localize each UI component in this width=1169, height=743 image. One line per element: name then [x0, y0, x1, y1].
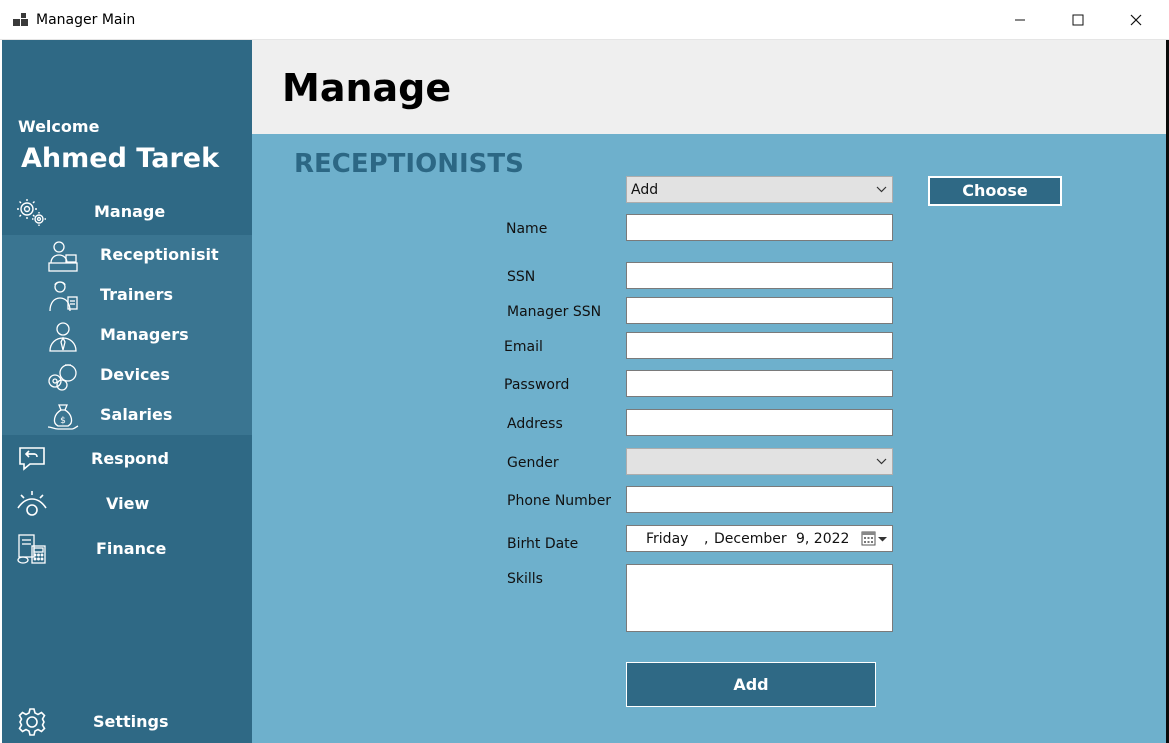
nav-finance[interactable]: Finance [2, 527, 252, 571]
nav-respond-label: Respond [91, 449, 169, 468]
minimize-button[interactable] [991, 0, 1049, 40]
sidebar-item-label: Devices [100, 365, 170, 384]
ssn-field[interactable] [626, 262, 893, 289]
gear-icon [18, 708, 46, 736]
email-field[interactable] [626, 332, 893, 359]
page-title: Manage [282, 66, 452, 110]
minimize-icon [1015, 19, 1025, 21]
welcome-label: Welcome [18, 117, 100, 136]
nav-view[interactable]: View [2, 482, 252, 526]
sidebar-item-devices[interactable]: Devices [2, 355, 252, 395]
ssn-label: SSN [507, 269, 536, 285]
birth-date-label: Birht Date [507, 536, 579, 552]
choose-button[interactable]: Choose [928, 176, 1062, 206]
mode-select-value: Add [631, 182, 659, 198]
chat-reply-icon [19, 447, 45, 471]
svg-text:$: $ [60, 416, 66, 426]
close-icon [1130, 14, 1142, 26]
money-bag-icon: $ [47, 404, 79, 430]
address-field[interactable] [626, 409, 893, 436]
phone-label: Phone Number [507, 493, 612, 509]
nav-manage[interactable]: Manage [2, 190, 252, 234]
window-title: Manager Main [36, 12, 136, 28]
gender-select[interactable] [626, 448, 893, 475]
manage-submenu: Receptionisit Trainers Managers Devices … [2, 235, 252, 435]
nav-finance-label: Finance [96, 539, 167, 558]
birth-date-picker[interactable]: Friday , December 9, 2022 [626, 525, 893, 552]
name-label: Name [506, 221, 548, 237]
nav-settings[interactable]: Settings [2, 700, 252, 743]
add-button[interactable]: Add [626, 662, 876, 707]
date-month: December [714, 531, 787, 547]
skills-label: Skills [507, 571, 543, 587]
maximize-button[interactable] [1049, 0, 1107, 40]
manager-ssn-label: Manager SSN [507, 304, 602, 320]
skills-textarea[interactable] [626, 564, 893, 632]
title-bar: Manager Main [0, 0, 1169, 40]
date-comma: , [704, 531, 709, 547]
manager-ssn-field[interactable] [626, 297, 893, 324]
app-icon [13, 13, 28, 26]
nav-respond[interactable]: Respond [2, 437, 252, 481]
sidebar-item-receptionist[interactable]: Receptionisit [2, 235, 252, 275]
sidebar-item-trainers[interactable]: Trainers [2, 275, 252, 315]
eye-icon [17, 491, 47, 516]
manager-icon [49, 322, 77, 352]
nav-view-label: View [106, 494, 150, 513]
sidebar-item-label: Salaries [100, 405, 173, 424]
receptionist-icon [48, 241, 78, 272]
chevron-down-icon [876, 186, 887, 193]
sidebar-item-label: Trainers [100, 285, 173, 304]
finance-calculator-icon [17, 534, 46, 564]
phone-field[interactable] [626, 486, 893, 513]
sidebar-item-managers[interactable]: Managers [2, 315, 252, 355]
password-label: Password [504, 377, 570, 393]
dumbbell-icon [48, 364, 77, 391]
page-header: Manage [252, 40, 1169, 134]
nav-manage-label: Manage [94, 202, 166, 221]
nav-settings-label: Settings [93, 712, 169, 731]
email-label: Email [504, 339, 543, 355]
chevron-down-icon [876, 458, 887, 465]
date-weekday: Friday [646, 531, 689, 547]
mode-select[interactable]: Add [626, 176, 893, 203]
name-field[interactable] [626, 214, 893, 241]
sidebar-item-label: Managers [100, 325, 189, 344]
sidebar-item-label: Receptionisit [100, 245, 219, 264]
section-title: RECEPTIONISTS [294, 149, 524, 179]
maximize-icon [1072, 14, 1084, 26]
address-label: Address [507, 416, 563, 432]
content-panel: RECEPTIONISTS Add Choose Name SSN Manage… [252, 134, 1166, 743]
trainer-icon [49, 281, 78, 312]
gender-label: Gender [507, 455, 559, 471]
calendar-dropdown-icon[interactable] [861, 531, 889, 547]
date-day-year: 9, 2022 [796, 531, 850, 547]
close-button[interactable] [1107, 0, 1165, 40]
password-field[interactable] [626, 370, 893, 397]
sidebar: Welcome Ahmed Tarek Manage Receptionisit… [2, 40, 252, 743]
username-label: Ahmed Tarek [21, 143, 220, 174]
sidebar-item-salaries[interactable]: $ Salaries [2, 395, 252, 435]
gears-icon [17, 199, 46, 226]
